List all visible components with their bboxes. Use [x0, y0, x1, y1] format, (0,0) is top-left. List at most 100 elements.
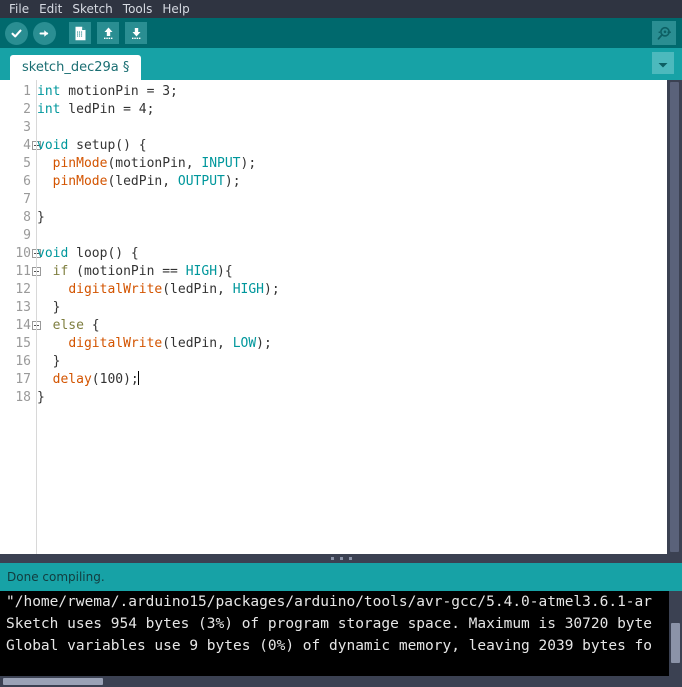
- line-number-15: 15: [15, 336, 31, 351]
- code-token: ){: [217, 264, 233, 279]
- code-line-4: void setup() {: [37, 137, 682, 155]
- code-token: (motionPin,: [107, 156, 202, 171]
- code-token: void: [37, 246, 69, 261]
- console-line-2: Sketch uses 954 bytes (3%) of program st…: [6, 616, 653, 632]
- code-token: LOW: [232, 336, 257, 351]
- code-line-10: void loop() {: [37, 245, 682, 263]
- open-sketch-button[interactable]: [96, 21, 120, 45]
- code-token: );: [256, 336, 272, 351]
- code-text-area[interactable]: int motionPin = 3; int ledPin = 4; void se…: [32, 80, 682, 554]
- status-message: Done compiling.: [7, 570, 105, 584]
- editor-console-splitter[interactable]: [0, 554, 682, 563]
- checkmark-icon: [4, 21, 28, 45]
- text-cursor: [137, 371, 139, 385]
- code-token: }: [37, 300, 61, 315]
- code-token: pinMode: [52, 174, 108, 189]
- code-token: int: [37, 102, 61, 117]
- code-line-13: }: [37, 299, 682, 317]
- code-line-15: digitalWrite(ledPin, LOW);: [37, 335, 682, 353]
- arduino-ide-window: File Edit Sketch Tools Help sketch_dec29…: [0, 0, 682, 687]
- code-token: (ledPin,: [107, 174, 178, 189]
- code-line-8: }: [37, 209, 682, 227]
- code-line-16: }: [37, 353, 682, 371]
- upload-button[interactable]: [32, 21, 56, 45]
- code-token: );: [264, 282, 280, 297]
- tab-bar: sketch_dec29a §: [0, 48, 682, 80]
- menu-item-file[interactable]: File: [4, 0, 34, 18]
- menu-item-help[interactable]: Help: [157, 0, 194, 18]
- grip-dot: [330, 557, 334, 560]
- chevron-down-icon: [657, 54, 669, 73]
- code-token: digitalWrite: [68, 336, 163, 351]
- code-line-14: else {: [37, 317, 682, 335]
- menu-bar: File Edit Sketch Tools Help: [0, 0, 682, 18]
- line-number-4: 4: [0, 137, 41, 155]
- code-token: digitalWrite: [68, 282, 163, 297]
- new-file-icon: [69, 22, 91, 44]
- code-token: }: [37, 354, 61, 369]
- code-editor[interactable]: 1 2 3 4 5 6 7 8 9 10 11 12 13 14 15 16 17 18 int motionPi…: [0, 80, 682, 554]
- serial-monitor-button[interactable]: [652, 21, 676, 45]
- code-token: INPUT: [201, 156, 241, 171]
- tab-sketch-dec29a[interactable]: sketch_dec29a §: [10, 55, 142, 80]
- code-token: pinMode: [52, 156, 108, 171]
- console-hscrollbar-thumb[interactable]: [3, 678, 103, 685]
- code-token: (ledPin,: [162, 282, 233, 297]
- code-token: HIGH: [185, 264, 218, 279]
- code-line-12: digitalWrite(ledPin, HIGH);: [37, 281, 682, 299]
- line-number-18: 18: [15, 390, 31, 405]
- magnifier-icon: [656, 25, 673, 42]
- toolbar: [0, 18, 682, 48]
- console-scrollbar-thumb[interactable]: [671, 623, 680, 663]
- line-number-12: 12: [15, 282, 31, 297]
- menu-item-tools[interactable]: Tools: [118, 0, 158, 18]
- console-line-1: "/home/rwema/.arduino15/packages/arduino…: [6, 594, 653, 610]
- new-sketch-button[interactable]: [68, 21, 92, 45]
- save-sketch-button[interactable]: [124, 21, 148, 45]
- line-number-8: 8: [23, 210, 31, 225]
- code-token: else: [52, 318, 84, 333]
- status-bar: Done compiling.: [0, 563, 682, 591]
- grip-dot: [348, 557, 352, 560]
- code-token: }: [37, 210, 45, 225]
- menu-item-edit[interactable]: Edit: [34, 0, 67, 18]
- line-number-5: 5: [23, 156, 31, 171]
- line-number-gutter: 1 2 3 4 5 6 7 8 9 10 11 12 13 14 15 16 17 18: [0, 80, 41, 554]
- tab-menu-button[interactable]: [652, 52, 674, 74]
- console-output[interactable]: "/home/rwema/.arduino15/packages/arduino…: [0, 591, 682, 676]
- code-line-1: int motionPin = 3;: [37, 83, 682, 101]
- code-token: delay: [52, 372, 92, 387]
- line-number-13: 13: [15, 300, 31, 315]
- console-vertical-scrollbar[interactable]: [669, 591, 682, 676]
- code-line-17: delay(100);: [37, 371, 682, 389]
- console-horizontal-scrollbar[interactable]: [0, 676, 682, 687]
- code-token: (motionPin ==: [68, 264, 186, 279]
- code-token: );: [224, 174, 241, 189]
- editor-scrollbar-thumb[interactable]: [670, 82, 679, 552]
- line-number-3: 3: [23, 120, 31, 135]
- line-number-10: 10: [0, 245, 41, 263]
- line-number-1: 1: [23, 84, 31, 99]
- save-arrow-down-icon: [125, 22, 147, 44]
- line-number-2: 2: [23, 102, 31, 117]
- code-token: void: [37, 138, 69, 153]
- line-number-7: 7: [23, 192, 31, 207]
- line-number-9: 9: [23, 228, 31, 243]
- line-number-16: 16: [15, 354, 31, 369]
- editor-vertical-scrollbar[interactable]: [667, 80, 682, 554]
- code-token: );: [240, 156, 257, 171]
- menu-item-sketch[interactable]: Sketch: [67, 0, 117, 18]
- code-token: loop() {: [68, 246, 139, 261]
- code-line-5: pinMode(motionPin, INPUT);: [37, 155, 682, 173]
- verify-button[interactable]: [4, 21, 28, 45]
- code-token: HIGH: [232, 282, 264, 297]
- arrow-right-icon: [32, 21, 56, 45]
- code-token: int: [37, 84, 61, 99]
- code-token: setup() {: [68, 138, 147, 153]
